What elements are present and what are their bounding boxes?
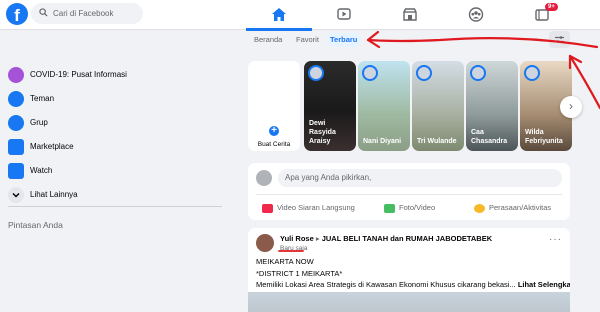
sidebar-item-label: Grup <box>30 118 48 127</box>
nav-tab-gaming[interactable]: 9+ <box>509 0 575 30</box>
tab-recent[interactable]: Terbaru <box>326 33 362 47</box>
create-story-card[interactable]: + Buat Cerita <box>248 61 300 151</box>
tab-favorites[interactable]: Favorit <box>292 33 323 47</box>
home-icon <box>272 8 286 21</box>
feed-filter-button[interactable] <box>549 31 570 48</box>
post-author-name[interactable]: Yuli Rose <box>280 234 314 243</box>
tab-home[interactable]: Beranda <box>250 33 286 47</box>
story-card[interactable]: Nani Diyani <box>358 61 410 151</box>
post-text-line: *DISTRICT 1 MEIKARTA* <box>256 269 343 278</box>
story-author: Tri Wulande <box>417 138 457 145</box>
nav-tab-watch[interactable] <box>311 0 377 30</box>
create-story-label: Buat Cerita <box>257 141 291 148</box>
sidebar-item-marketplace[interactable]: Marketplace <box>8 137 208 157</box>
feeling-activity-label: Perasaan/Aktivitas <box>489 203 552 212</box>
story-card[interactable]: Tri Wulande <box>412 61 464 151</box>
avatar[interactable] <box>256 234 274 252</box>
sidebar-item-groups[interactable]: Grup <box>8 113 208 133</box>
feed-post: Yuli Rose ▸ JUAL BELI TANAH dan RUMAH JA… <box>248 228 570 312</box>
avatar <box>524 65 540 81</box>
notification-badge: 9+ <box>545 3 558 11</box>
post-text-line: MEIKARTA NOW <box>256 257 314 266</box>
sidebar-item-see-more[interactable]: Lihat Lainnya <box>8 185 208 205</box>
story-author: Caa Chasandra <box>471 129 508 145</box>
avatar <box>470 65 486 81</box>
marketplace-icon <box>403 8 417 21</box>
sidebar-item-label: Lihat Lainnya <box>30 190 78 199</box>
post-timestamp[interactable]: Baru saja <box>280 245 307 252</box>
groups-icon <box>8 115 24 131</box>
avatar <box>256 170 272 186</box>
post-more-button[interactable]: ··· <box>549 234 562 245</box>
sidebar-divider <box>8 206 222 207</box>
sidebar-item-friends[interactable]: Teman <box>8 89 208 109</box>
photo-video-button[interactable]: Foto/Video <box>384 201 435 215</box>
live-video-button[interactable]: Video Siaran Langsung <box>262 201 355 215</box>
sidebar-item-watch[interactable]: Watch <box>8 161 208 181</box>
story-author: Dewi Rasyida Araisy <box>309 120 336 145</box>
sidebar-item-label: Teman <box>30 94 55 103</box>
live-video-icon <box>262 203 273 213</box>
story-author: Nani Diyani <box>363 138 402 145</box>
post-image[interactable] <box>248 292 570 312</box>
post-header: Yuli Rose ▸ JUAL BELI TANAH dan RUMAH JA… <box>280 234 492 243</box>
shortcuts-title: Pintasan Anda <box>8 220 63 230</box>
story-card[interactable]: Dewi Rasyida Araisy <box>304 61 356 151</box>
sidebar-item-label: Marketplace <box>30 142 74 151</box>
avatar <box>308 65 324 81</box>
post-text: Memiliki Lokasi Area Strategis di Kawasa… <box>256 280 516 289</box>
stories-next-button[interactable]: › <box>560 96 582 118</box>
nav-tab-groups[interactable] <box>443 0 509 30</box>
composer-divider <box>256 194 562 195</box>
live-video-label: Video Siaran Langsung <box>277 203 355 212</box>
marketplace-icon <box>8 139 24 155</box>
plus-icon: + <box>267 124 281 138</box>
facebook-logo[interactable]: f <box>6 3 28 25</box>
chevron-down-icon <box>8 187 24 203</box>
composer-input[interactable]: Apa yang Anda pikirkan, <box>278 169 562 187</box>
nav-tab-marketplace[interactable] <box>377 0 443 30</box>
photo-icon <box>384 203 395 213</box>
search-icon <box>39 8 48 17</box>
groups-icon <box>468 7 484 22</box>
top-navigation-bar: f Cari di Facebook 9+ <box>0 0 600 31</box>
story-card[interactable]: Caa Chasandra <box>466 61 518 151</box>
friends-icon <box>8 91 24 107</box>
post-group-name[interactable]: JUAL BELI TANAH dan RUMAH JABODETABEK <box>322 234 492 243</box>
post-composer: Apa yang Anda pikirkan, Video Siaran Lan… <box>248 163 570 220</box>
covid-info-icon <box>8 67 24 83</box>
post-text-line: Memiliki Lokasi Area Strategis di Kawasa… <box>256 280 570 289</box>
watch-icon <box>8 163 24 179</box>
feeling-activity-button[interactable]: Perasaan/Aktivitas <box>474 201 551 215</box>
smiley-icon <box>474 203 485 213</box>
avatar <box>362 65 378 81</box>
sliders-icon <box>555 36 564 43</box>
watch-icon <box>337 8 351 20</box>
sidebar-item-covid[interactable]: COVID-19: Pusat Informasi <box>8 65 208 85</box>
sidebar-item-label: COVID-19: Pusat Informasi <box>30 70 127 79</box>
see-more-link[interactable]: Lihat Selengkapnya <box>518 280 570 289</box>
photo-video-label: Foto/Video <box>399 203 436 212</box>
nav-tab-home[interactable] <box>246 0 312 31</box>
search-input[interactable] <box>53 3 141 24</box>
avatar <box>416 65 432 81</box>
sidebar-item-label: Watch <box>30 166 53 175</box>
story-author: Wilda Febriyunita <box>525 129 563 145</box>
search-box[interactable] <box>31 3 143 24</box>
